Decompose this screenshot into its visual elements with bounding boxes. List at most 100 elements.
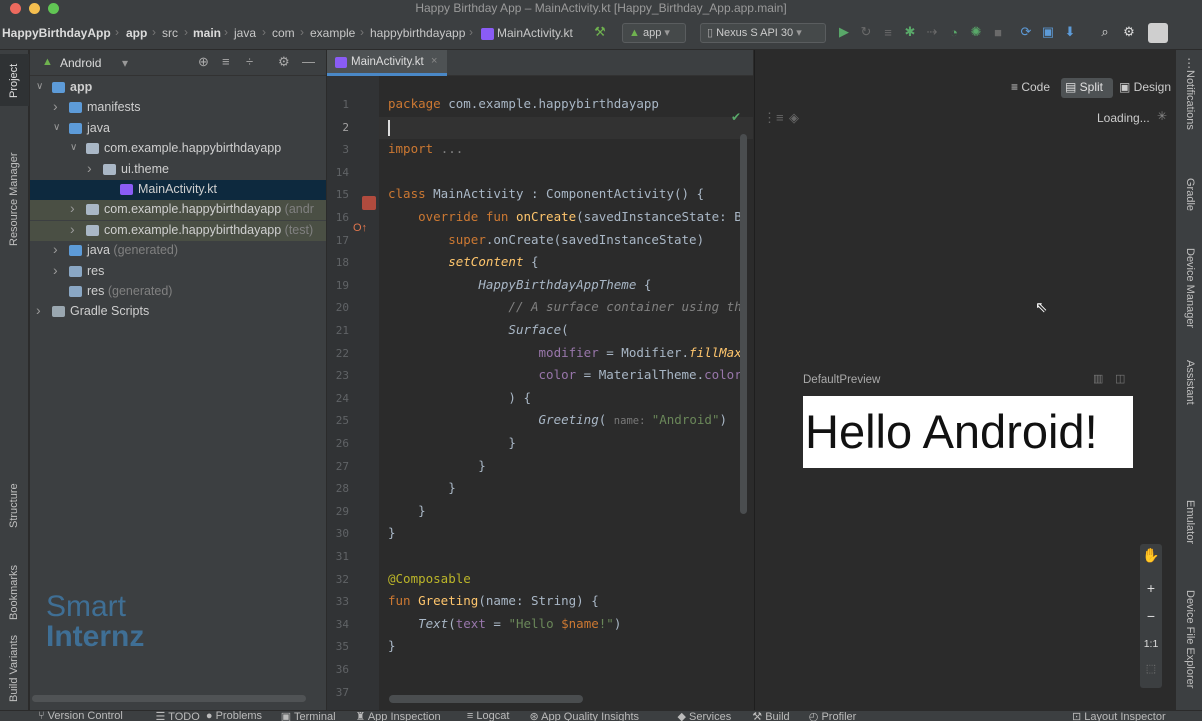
gear-icon[interactable]: ⚙ bbox=[278, 54, 290, 70]
search-icon[interactable]: ⌕ bbox=[1097, 24, 1113, 40]
bottom-tab-layout-inspector[interactable]: ⊡ Layout Inspector bbox=[1072, 711, 1166, 721]
breadcrumb-java[interactable]: java bbox=[234, 26, 256, 40]
code-line[interactable]: } bbox=[388, 638, 396, 653]
deploy-preview-icon[interactable]: ▥ bbox=[1093, 372, 1103, 385]
code-line[interactable]: color = MaterialTheme.color bbox=[388, 367, 742, 382]
chevron-right-icon[interactable]: › bbox=[70, 200, 80, 216]
code-line[interactable]: } bbox=[388, 435, 516, 450]
attach-debugger-icon[interactable]: ⇢ bbox=[924, 24, 940, 40]
tree-item[interactable]: ∨ app bbox=[30, 78, 326, 98]
code-line[interactable]: @Composable bbox=[388, 571, 471, 586]
tab-project[interactable]: Project bbox=[0, 54, 29, 106]
tree-item[interactable]: res (generated) bbox=[30, 282, 326, 302]
tree-item[interactable]: › com.example.happybirthdayapp (test) bbox=[30, 220, 326, 241]
code-line[interactable]: modifier = Modifier.fillMax bbox=[388, 345, 742, 360]
tab-gradle[interactable]: Gradle bbox=[1184, 178, 1196, 211]
pan-hand-icon[interactable]: ✋ bbox=[1140, 547, 1162, 567]
tab-device-file-explorer[interactable]: Device File Explorer bbox=[1184, 590, 1196, 688]
code-line[interactable]: setContent { bbox=[388, 254, 538, 269]
locate-file-icon[interactable]: ⊕ bbox=[198, 54, 209, 70]
chevron-down-icon[interactable]: ∨ bbox=[36, 81, 46, 92]
expand-all-icon[interactable]: ≡ bbox=[222, 54, 230, 69]
stack-icon[interactable]: ◈ bbox=[789, 110, 799, 126]
code-line[interactable]: override fun onCreate(savedInstanceState… bbox=[388, 209, 742, 224]
tree-item[interactable]: ∨ com.example.happybirthdayapp bbox=[30, 139, 326, 159]
activity-gutter-icon[interactable] bbox=[362, 196, 376, 210]
code-line[interactable]: import ... bbox=[388, 141, 463, 156]
breadcrumb-package[interactable]: happybirthdayapp bbox=[370, 26, 465, 40]
bottom-tab[interactable]: ☰ TODO bbox=[156, 711, 200, 721]
bottom-tab[interactable]: ≡ Logcat bbox=[467, 711, 510, 721]
profile-icon[interactable]: ◔ bbox=[946, 24, 962, 40]
bottom-tab[interactable]: ◆ Services bbox=[678, 711, 732, 721]
tab-structure[interactable]: Structure bbox=[8, 483, 20, 528]
hide-panel-icon[interactable]: — bbox=[302, 54, 315, 69]
horizontal-scrollbar[interactable] bbox=[389, 695, 583, 703]
chevron-right-icon[interactable]: › bbox=[70, 221, 80, 237]
apply-changes-icon[interactable]: ↻ bbox=[858, 24, 874, 40]
chevron-right-icon[interactable]: › bbox=[36, 302, 46, 318]
code-line[interactable]: } bbox=[388, 503, 426, 518]
code-line[interactable]: } bbox=[388, 458, 486, 473]
breadcrumb-example[interactable]: example bbox=[310, 26, 355, 40]
avatar[interactable] bbox=[1148, 23, 1168, 43]
tab-assistant[interactable]: Assistant bbox=[1184, 360, 1196, 405]
chevron-down-icon[interactable]: ∨ bbox=[53, 122, 63, 133]
tree-item[interactable]: › java (generated) bbox=[30, 241, 326, 261]
code-line[interactable]: class MainActivity : ComponentActivity()… bbox=[388, 186, 704, 201]
bottom-tab[interactable]: ◴ Profiler bbox=[809, 711, 857, 721]
sync-gradle-icon[interactable]: ⟳ bbox=[1018, 24, 1034, 40]
override-gutter-icon[interactable]: O↑ bbox=[353, 222, 367, 234]
code-line[interactable]: package com.example.happybirthdayapp bbox=[388, 96, 659, 111]
code-line[interactable]: ) { bbox=[388, 390, 531, 405]
bottom-tab[interactable]: ♜ App Inspection bbox=[356, 711, 441, 721]
coverage-icon[interactable]: ✺ bbox=[968, 24, 984, 40]
horizontal-scrollbar[interactable] bbox=[32, 695, 306, 702]
bottom-tab[interactable]: ⊛ App Quality Insights bbox=[530, 711, 640, 721]
code-line[interactable]: } bbox=[388, 480, 456, 495]
tree-item[interactable]: › Gradle Scripts bbox=[30, 302, 326, 322]
code-line[interactable]: HappyBirthdayAppTheme { bbox=[388, 277, 651, 292]
tree-item[interactable]: › manifests bbox=[30, 98, 326, 118]
debug-icon[interactable]: ✱ bbox=[902, 24, 918, 40]
breadcrumb-app[interactable]: app bbox=[126, 26, 147, 40]
stop-icon[interactable]: ■ bbox=[990, 24, 1006, 40]
bottom-tab[interactable]: ⚒ Build bbox=[752, 711, 789, 721]
zoom-out-icon[interactable]: − bbox=[1140, 608, 1162, 628]
vertical-scrollbar[interactable] bbox=[740, 134, 747, 514]
mode-split-button[interactable]: ▤ Split bbox=[1061, 78, 1113, 98]
code-line[interactable]: // A surface container using th bbox=[388, 299, 741, 314]
code-line[interactable]: fun Greeting(name: String) { bbox=[388, 593, 599, 608]
code-area[interactable]: package com.example.happybirthdayapp impo… bbox=[327, 76, 753, 710]
chevron-right-icon[interactable]: › bbox=[53, 262, 63, 278]
apply-code-icon[interactable]: ≡ bbox=[880, 24, 896, 40]
tab-main-activity[interactable]: MainActivity.kt × bbox=[327, 50, 447, 76]
project-view-select[interactable]: Android bbox=[60, 56, 101, 70]
tab-emulator[interactable]: Emulator bbox=[1184, 500, 1196, 544]
settings-icon[interactable]: ⚙ bbox=[1121, 24, 1137, 40]
breadcrumb-src[interactable]: src bbox=[162, 26, 178, 40]
tree-item[interactable]: › ui.theme bbox=[30, 160, 326, 180]
zoom-reset-button[interactable]: 1:1 bbox=[1140, 638, 1162, 658]
code-line[interactable]: Text(text = "Hello $name!") bbox=[388, 616, 621, 631]
code-line[interactable]: super.onCreate(savedInstanceState) bbox=[388, 232, 704, 247]
tree-item[interactable]: › res bbox=[30, 262, 326, 282]
chevron-right-icon[interactable]: › bbox=[53, 241, 63, 257]
layers-icon[interactable]: ⋮≡ bbox=[763, 110, 784, 126]
chevron-down-icon[interactable]: ∨ bbox=[70, 142, 80, 153]
bottom-tab[interactable]: ⑂ Version Control bbox=[38, 711, 123, 721]
tab-notifications[interactable]: Notifications bbox=[1184, 70, 1196, 130]
breadcrumb-com[interactable]: com bbox=[272, 26, 295, 40]
tab-build-variants[interactable]: Build Variants bbox=[8, 635, 20, 702]
tree-item[interactable]: › com.example.happybirthdayapp (andr bbox=[30, 200, 326, 221]
tab-device-manager[interactable]: Device Manager bbox=[1184, 248, 1196, 328]
zoom-in-icon[interactable]: + bbox=[1140, 580, 1162, 600]
code-line[interactable]: } bbox=[388, 525, 396, 540]
chevron-right-icon[interactable]: › bbox=[87, 160, 97, 176]
breadcrumb-main[interactable]: main bbox=[193, 26, 221, 40]
preview-render[interactable]: Hello Android! bbox=[803, 396, 1133, 468]
bottom-tab[interactable]: ▣ Terminal bbox=[281, 711, 336, 721]
tab-resource-manager[interactable]: Resource Manager bbox=[8, 152, 20, 246]
close-icon[interactable]: × bbox=[431, 55, 437, 67]
more-options-icon[interactable]: ⋮ bbox=[1183, 56, 1195, 70]
